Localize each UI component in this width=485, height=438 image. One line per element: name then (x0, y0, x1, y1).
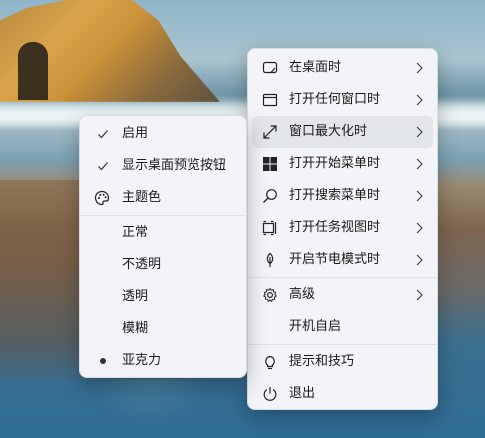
menu-item-advanced[interactable]: 高级 (252, 279, 433, 311)
chevron-right-icon (415, 289, 423, 301)
submenu-window-maximized: 启用 显示桌面预览按钮 主题色 正常 不透明 透明 模糊 亚克力 (79, 115, 247, 378)
chevron-right-icon (415, 158, 423, 170)
submenu-item-normal[interactable]: 正常 (84, 217, 242, 249)
submenu-item-acrylic[interactable]: 亚克力 (84, 345, 242, 377)
menu-item-task-view[interactable]: 打开任务视图时 (252, 212, 433, 244)
menu-item-search-menu[interactable]: 打开搜索菜单时 (252, 180, 433, 212)
checkmark-icon (97, 128, 109, 140)
menu-item-any-window[interactable]: 打开任何窗口时 (252, 84, 433, 116)
chevron-right-icon (415, 126, 423, 138)
leaf-icon (262, 252, 278, 268)
checkmark-icon (97, 160, 109, 172)
submenu-item-label: 显示桌面预览按钮 (122, 158, 227, 173)
menu-item-label: 开机自启 (289, 319, 342, 334)
window-icon (262, 92, 278, 108)
task-view-icon (262, 220, 278, 236)
maximize-icon (262, 124, 278, 140)
menu-item-label: 打开搜索菜单时 (289, 188, 381, 203)
windows-logo-icon (262, 156, 278, 172)
power-icon (262, 386, 278, 402)
search-icon (262, 188, 278, 204)
submenu-item-show-desktop-preview[interactable]: 显示桌面预览按钮 (84, 150, 242, 182)
submenu-item-label: 正常 (122, 225, 149, 240)
menu-item-label: 打开开始菜单时 (289, 156, 381, 171)
menu-item-label: 打开任务视图时 (289, 220, 381, 235)
menu-item-window-maximized[interactable]: 窗口最大化时 (252, 116, 433, 148)
submenu-item-opaque[interactable]: 不透明 (84, 249, 242, 281)
submenu-item-transparent[interactable]: 透明 (84, 281, 242, 313)
menu-item-exit[interactable]: 退出 (252, 378, 433, 410)
menu-item-tips[interactable]: 提示和技巧 (252, 346, 433, 378)
menu-item-label: 退出 (289, 386, 316, 401)
menu-item-start-menu[interactable]: 打开开始菜单时 (252, 148, 433, 180)
wallpaper-rock-arch (18, 42, 48, 100)
palette-icon (94, 190, 110, 206)
chevron-right-icon (415, 94, 423, 106)
submenu-item-label: 主题色 (122, 190, 162, 205)
chevron-right-icon (415, 62, 423, 74)
desktop-icon (262, 60, 278, 76)
submenu-item-label: 启用 (122, 126, 149, 141)
main-context-menu: 在桌面时 打开任何窗口时 窗口最大化时 打开开始菜单时 打开搜索菜单时 打开任务… (247, 48, 438, 410)
menu-item-label: 窗口最大化时 (289, 124, 368, 139)
chevron-right-icon (415, 254, 423, 266)
menu-item-label: 开启节电模式时 (289, 252, 381, 267)
menu-item-label: 在桌面时 (289, 60, 342, 75)
submenu-item-theme-color[interactable]: 主题色 (84, 182, 242, 214)
chevron-right-icon (415, 222, 423, 234)
menu-separator (248, 277, 437, 278)
menu-separator (80, 215, 246, 216)
lightbulb-icon (262, 354, 278, 370)
menu-item-on-desktop[interactable]: 在桌面时 (252, 52, 433, 84)
submenu-item-blur[interactable]: 模糊 (84, 313, 242, 345)
chevron-right-icon (415, 190, 423, 202)
menu-item-power-saving[interactable]: 开启节电模式时 (252, 244, 433, 276)
gear-icon (262, 287, 278, 303)
submenu-item-enable[interactable]: 启用 (84, 118, 242, 150)
menu-item-label: 打开任何窗口时 (289, 92, 381, 107)
menu-separator (248, 344, 437, 345)
menu-item-autostart[interactable]: 开机自启 (252, 311, 433, 343)
radio-selected-dot-icon (100, 358, 106, 364)
menu-item-label: 高级 (289, 287, 316, 302)
submenu-item-label: 透明 (122, 289, 149, 304)
submenu-item-label: 模糊 (122, 321, 149, 336)
menu-item-label: 提示和技巧 (289, 354, 355, 369)
submenu-item-label: 亚克力 (122, 353, 162, 368)
submenu-item-label: 不透明 (122, 257, 162, 272)
